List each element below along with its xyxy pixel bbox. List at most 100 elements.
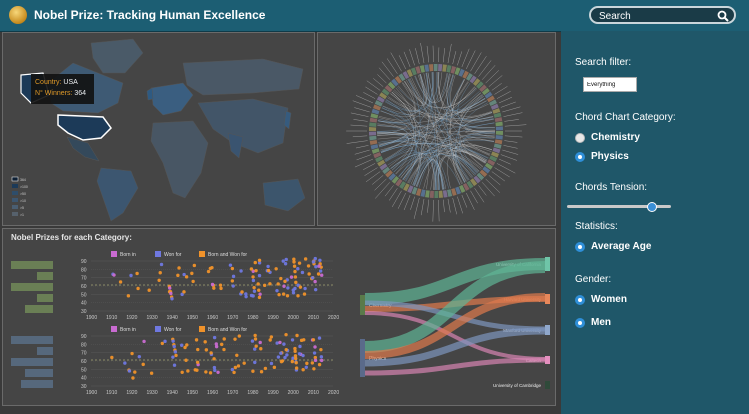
chord-label-tick: [398, 55, 406, 70]
search-input[interactable]: [597, 9, 719, 24]
winner-dot: [274, 267, 278, 271]
radio-on-icon[interactable]: [575, 317, 585, 328]
winner-dot: [292, 264, 297, 268]
winner-dot: [302, 338, 306, 342]
winner-dot: [318, 269, 323, 273]
winner-dot: [284, 348, 288, 352]
world-map[interactable]: 364 >100 >50 >10 >5 >1: [3, 33, 314, 225]
winner-dot: [305, 361, 309, 366]
chord-arc: [494, 117, 503, 123]
winner-dot: [317, 362, 322, 367]
winner-dot: [313, 358, 318, 363]
winner-dot: [313, 345, 317, 349]
age-bar-bottom: [11, 358, 53, 366]
x-tick-label: 1920: [126, 315, 137, 321]
winner-dot: [251, 278, 256, 283]
winner-dot: [190, 271, 194, 276]
statistics-label: Statistics:: [575, 221, 618, 232]
winner-dot: [163, 339, 167, 344]
chord-arc: [425, 190, 430, 198]
winner-dot: [210, 265, 214, 270]
winner-dot: [230, 279, 235, 283]
winner-dot: [275, 288, 279, 293]
radio-on-icon[interactable]: [575, 241, 585, 252]
search-icon[interactable]: [717, 9, 729, 27]
winner-dot: [293, 286, 297, 291]
age-bar-bottom: [21, 380, 53, 388]
chord-label-tick: [485, 178, 501, 193]
chord-arc: [369, 127, 377, 131]
chord-label-tick: [355, 95, 374, 104]
winner-dot: [266, 268, 271, 273]
winner-dot: [290, 338, 295, 342]
search-box[interactable]: [589, 6, 736, 24]
winner-dot: [141, 362, 145, 367]
winner-dot: [147, 288, 151, 292]
chord-label-tick: [374, 178, 387, 191]
winner-dot: [230, 367, 235, 372]
winner-dot: [242, 361, 246, 365]
chord-label-tick: [384, 185, 394, 197]
winner-dot: [301, 353, 305, 358]
chord-option-physics[interactable]: Physics: [575, 151, 629, 162]
chord-label-tick: [498, 96, 513, 104]
winner-dot: [174, 353, 178, 358]
y-tick-label: 40: [81, 376, 87, 382]
statistics-option-average-age[interactable]: Average Age: [575, 241, 651, 252]
app-title: Nobel Prize: Tracking Human Excellence: [34, 8, 266, 22]
x-tick-label: 2000: [288, 315, 299, 321]
svg-text:>10: >10: [20, 199, 26, 203]
winner-dot: [258, 292, 262, 296]
winner-dot: [249, 267, 254, 271]
winner-dot: [294, 366, 299, 370]
winner-dot: [213, 368, 217, 373]
search-filter-field[interactable]: [583, 77, 637, 92]
winner-dot: [133, 370, 137, 374]
x-tick-label: 1920: [126, 390, 137, 396]
legend-label: Born and Won for: [208, 327, 247, 333]
gender-option-label: Women: [591, 294, 627, 305]
winner-dot: [311, 338, 316, 342]
radio-on-icon[interactable]: [575, 151, 585, 162]
chord-label-tick: [397, 192, 406, 209]
age-bar-top: [11, 283, 53, 291]
winner-dot: [318, 258, 322, 262]
chord-label-tick: [390, 52, 402, 72]
chord-label-tick: [363, 163, 376, 170]
chord-ribbon: [387, 97, 493, 120]
y-tick-label: 70: [81, 351, 87, 357]
chord-chart[interactable]: [318, 33, 555, 225]
chord-label-tick: [498, 158, 511, 165]
winner-dot: [182, 272, 186, 277]
country-australia: [262, 178, 306, 212]
winner-dot: [254, 268, 258, 273]
winner-dot: [313, 287, 318, 292]
chord-option-chemistry[interactable]: Chemistry: [575, 132, 640, 143]
tooltip-winners-value: 364: [74, 90, 87, 97]
winner-dot: [123, 361, 127, 365]
tension-slider-handle[interactable]: [647, 202, 657, 212]
winner-dot: [296, 267, 300, 271]
gender-option-women[interactable]: Women: [575, 294, 627, 305]
winner-dot: [136, 286, 140, 291]
winner-dot: [301, 367, 305, 372]
winner-dot: [314, 265, 318, 269]
gender-option-men[interactable]: Men: [575, 317, 611, 328]
chord-ribbon: [437, 72, 489, 113]
winner-dot: [295, 333, 299, 338]
map-tooltip: Country: USA N° Winners: 364: [31, 74, 94, 104]
winner-dot: [276, 355, 281, 359]
chord-label-tick: [403, 51, 411, 68]
winner-dot: [206, 269, 211, 274]
radio-on-icon[interactable]: [575, 294, 585, 305]
chord-category-label: Chord Chart Category:: [575, 112, 676, 123]
radio-off-icon[interactable]: [575, 132, 585, 143]
chord-label-tick: [503, 145, 518, 149]
category-charts[interactable]: Born in Won for Born and Won for 90 80 70 60 50…: [3, 229, 555, 405]
x-tick-label: 1980: [247, 390, 258, 396]
winner-dot: [170, 297, 174, 301]
chord-label-tick: [365, 86, 378, 95]
sidebar: Search filter: Chord Chart Category: Che…: [561, 31, 749, 414]
x-tick-label: 1970: [227, 315, 238, 321]
winner-dot: [173, 350, 178, 354]
